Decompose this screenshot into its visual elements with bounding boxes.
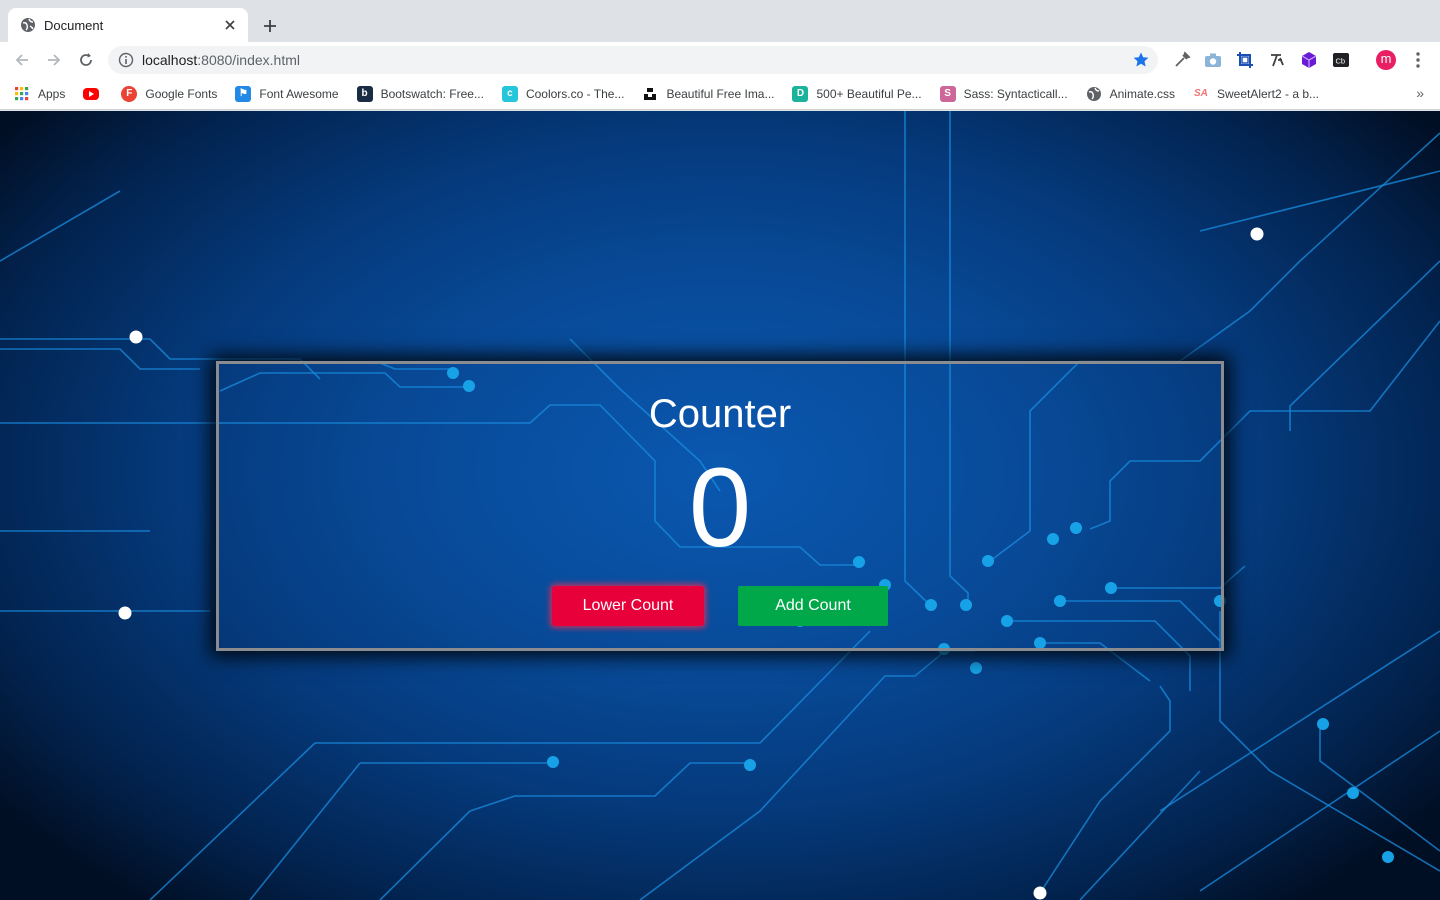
- reload-button[interactable]: [72, 46, 100, 74]
- bookmark-label: Sass: Syntacticall...: [963, 86, 1068, 101]
- address-bar[interactable]: localhost:8080/index.html: [108, 46, 1158, 74]
- bookmark-item[interactable]: b Bootswatch: Free...: [356, 85, 484, 102]
- forward-button[interactable]: [40, 46, 68, 74]
- counter-title: Counter: [648, 392, 792, 436]
- browser-menu-icon[interactable]: [1407, 49, 1429, 71]
- apps-grid-icon: [14, 86, 30, 102]
- close-tab-icon[interactable]: [222, 17, 238, 33]
- bookmark-item[interactable]: ⚑ Font Awesome: [235, 85, 339, 102]
- bookmark-item[interactable]: [83, 87, 107, 100]
- eyedropper-extension-icon[interactable]: [1171, 49, 1193, 71]
- cube-extension-icon[interactable]: [1298, 49, 1320, 71]
- back-button[interactable]: [8, 46, 36, 74]
- unsplash-icon: [642, 86, 658, 102]
- google-fonts-icon: F: [121, 85, 138, 102]
- lower-count-button[interactable]: Lower Count: [552, 586, 704, 626]
- bookmark-label: SweetAlert2 - a b...: [1216, 86, 1320, 101]
- url-host: localhost: [142, 52, 198, 68]
- bookmarks-overflow-icon[interactable]: »: [1416, 85, 1424, 101]
- sweetalert-icon: SA: [1194, 88, 1208, 99]
- globe-icon: [20, 17, 36, 33]
- bookmark-star-icon[interactable]: [1132, 51, 1150, 69]
- profile-avatar[interactable]: m: [1375, 49, 1397, 71]
- bookmark-label: Animate.css: [1109, 86, 1175, 101]
- bookmark-label: 500+ Beautiful Pe...: [816, 86, 922, 101]
- svg-text:Cb: Cb: [1336, 57, 1346, 66]
- add-count-button[interactable]: Add Count: [738, 586, 888, 626]
- bookmark-label: Bootswatch: Free...: [380, 86, 484, 101]
- bookmark-item[interactable]: Animate.css: [1086, 86, 1175, 102]
- bookmark-label: Google Fonts: [145, 86, 218, 101]
- site-info-icon[interactable]: [118, 52, 134, 68]
- font-awesome-flag-icon: ⚑: [235, 85, 252, 102]
- bookmark-label: Coolors.co - The...: [525, 86, 625, 101]
- bootswatch-icon: b: [356, 85, 373, 102]
- profile-initial: m: [1380, 51, 1392, 66]
- new-tab-button[interactable]: [258, 14, 282, 38]
- bookmark-item[interactable]: Beautiful Free Ima...: [642, 86, 774, 102]
- doodle-icon: D: [792, 85, 809, 102]
- bookmark-label: Beautiful Free Ima...: [666, 86, 775, 101]
- bookmark-item[interactable]: S Sass: Syntacticall...: [939, 85, 1068, 102]
- codebox-extension-icon[interactable]: Cb: [1330, 49, 1352, 71]
- bookmark-label: Apps: [38, 86, 66, 101]
- screenshot-camera-icon[interactable]: [1202, 49, 1224, 71]
- counter-value: 0: [688, 445, 752, 570]
- coolors-icon: c: [501, 85, 518, 102]
- bookmark-item[interactable]: SA SweetAlert2 - a b...: [1193, 86, 1319, 102]
- bookmark-item[interactable]: Apps: [14, 86, 65, 102]
- crop-extension-icon[interactable]: [1234, 49, 1256, 71]
- globe-icon: [1086, 86, 1102, 102]
- bookmarks-bar: Apps F Google Fonts ⚑ Font Awesome b Bootswatc…: [0, 78, 1440, 110]
- youtube-icon: [83, 87, 100, 100]
- bookmark-item[interactable]: D 500+ Beautiful Pe...: [792, 85, 922, 102]
- font-extension-icon[interactable]: [1266, 49, 1288, 71]
- tab-strip: Document: [0, 0, 1440, 42]
- tab-title: Document: [44, 17, 104, 33]
- bookmark-item[interactable]: F Google Fonts: [121, 85, 218, 102]
- tab-document[interactable]: Document: [8, 8, 248, 42]
- page-viewport: Counter 0 Lower Count Add Count: [0, 111, 1440, 900]
- bookmark-label: Font Awesome: [259, 86, 339, 101]
- browser-toolbar: localhost:8080/index.html Cb m: [0, 42, 1440, 78]
- url-path: :8080/index.html: [197, 52, 300, 68]
- counter-panel: Counter 0 Lower Count Add Count: [216, 361, 1224, 651]
- bookmark-item[interactable]: c Coolors.co - The...: [501, 85, 625, 102]
- sass-icon: S: [939, 85, 956, 102]
